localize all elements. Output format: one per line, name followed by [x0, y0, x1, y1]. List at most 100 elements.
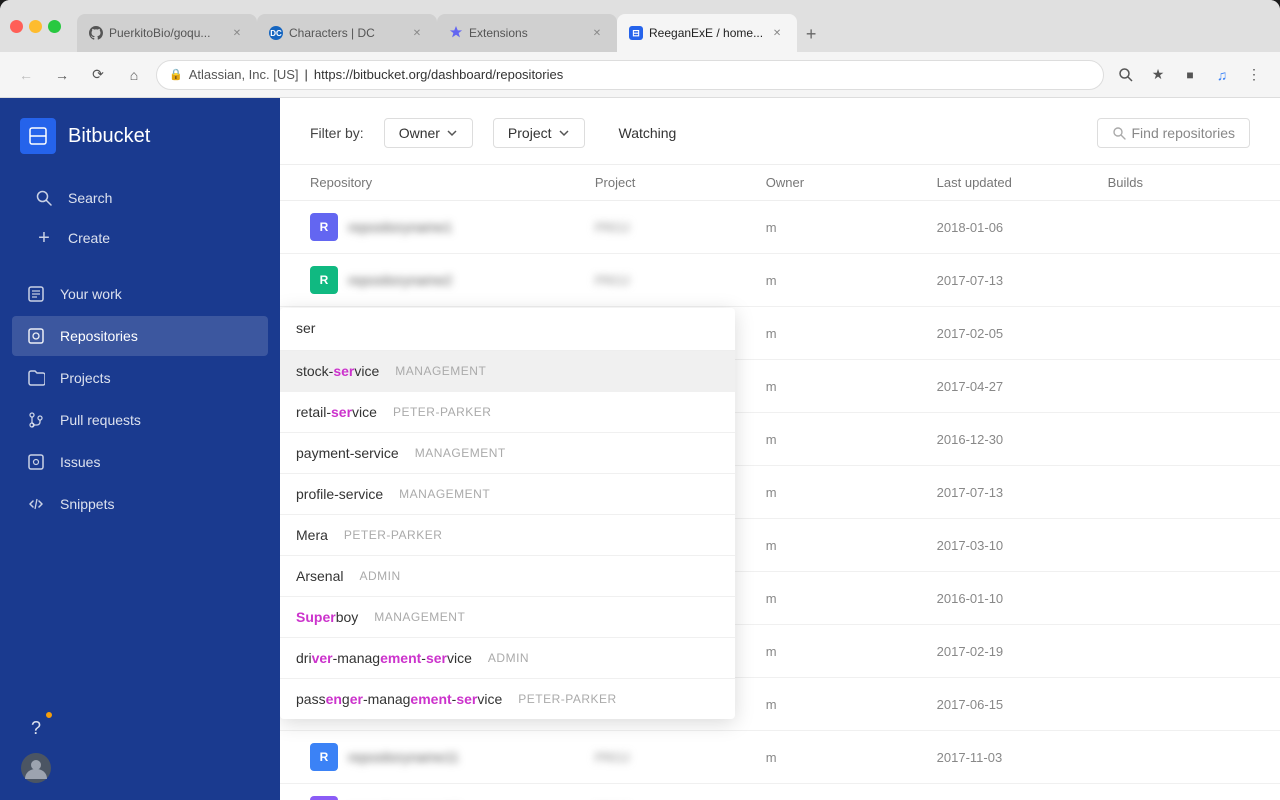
watching-filter-button[interactable]: Watching: [605, 119, 691, 147]
sidebar-item-projects[interactable]: Projects: [12, 358, 268, 398]
find-repos-placeholder: Find repositories: [1132, 125, 1236, 141]
main-content: Filter by: Owner Project Watching: [280, 98, 1280, 800]
back-button[interactable]: ←: [12, 61, 40, 89]
repo-owner: m: [766, 273, 937, 288]
repo-owner: m: [766, 644, 937, 659]
filter-by-label: Filter by:: [310, 125, 364, 141]
browser-tab-github[interactable]: PuerkitoBio/goqu... ✕: [77, 14, 257, 52]
sidebar-item-your-work[interactable]: Your work: [12, 274, 268, 314]
highlight-er: er: [350, 691, 363, 707]
repo-owner: m: [766, 538, 937, 553]
close-window-button[interactable]: [10, 20, 23, 33]
dropdown-item-superboy[interactable]: Superboy MANAGEMENT: [280, 597, 735, 638]
dropdown-item-stock-service[interactable]: stock-service MANAGEMENT: [280, 351, 735, 392]
forward-button[interactable]: →: [48, 61, 76, 89]
snippets-icon: [26, 494, 46, 514]
music-icon[interactable]: ♫: [1208, 61, 1236, 89]
repo-name-cell: R repositoryname12: [310, 796, 595, 800]
table-row[interactable]: R repositoryname12 PROJ m 2016-06-08: [280, 784, 1280, 800]
maximize-window-button[interactable]: [48, 20, 61, 33]
repo-owner: m: [766, 379, 937, 394]
dropdown-item-driver-management-service[interactable]: driver-management-service ADMIN: [280, 638, 735, 679]
sidebar-create-button[interactable]: + Create: [20, 218, 260, 258]
repo-avatar: R: [310, 266, 338, 294]
app-wrapper: Bitbucket Search + Create: [0, 98, 1280, 800]
repo-last-updated: 2016-01-10: [937, 591, 1108, 606]
repo-last-updated: 2017-07-13: [937, 273, 1108, 288]
tab-close-dc[interactable]: ✕: [409, 25, 425, 41]
repo-last-updated: 2017-03-10: [937, 538, 1108, 553]
search-dropdown: stock-service MANAGEMENT retail-service …: [280, 308, 735, 719]
sidebar-item-label-issues: Issues: [60, 454, 100, 470]
extension1-icon[interactable]: ■: [1176, 61, 1204, 89]
home-button[interactable]: ⌂: [120, 61, 148, 89]
browser-toolbar: ← → ⟳ ⌂ 🔒 Atlassian, Inc. [US] | https:/…: [0, 52, 1280, 98]
highlight-en: en: [326, 691, 342, 707]
browser-tab-dc[interactable]: DC Characters | DC ✕: [257, 14, 437, 52]
repo-owner: m: [766, 432, 937, 447]
dropdown-item-profile-service[interactable]: profile-service MANAGEMENT: [280, 474, 735, 515]
sidebar-item-issues[interactable]: Issues: [12, 442, 268, 482]
user-avatar[interactable]: [20, 752, 52, 784]
tab-close-github[interactable]: ✕: [229, 25, 245, 41]
sidebar-item-snippets[interactable]: Snippets: [12, 484, 268, 524]
tab-label-github: PuerkitoBio/goqu...: [109, 26, 223, 40]
pull-requests-icon: [26, 410, 46, 430]
find-repositories-input[interactable]: Find repositories: [1097, 118, 1251, 148]
dropdown-item-retail-service[interactable]: retail-service PETER-PARKER: [280, 392, 735, 433]
extensions-icon: [449, 26, 463, 40]
sidebar-item-pull-requests[interactable]: Pull requests: [12, 400, 268, 440]
item-project-superboy: MANAGEMENT: [374, 610, 465, 624]
project-filter-button[interactable]: Project: [493, 118, 585, 148]
repo-last-updated: 2017-04-27: [937, 379, 1108, 394]
your-work-icon: [26, 284, 46, 304]
tab-close-bitbucket[interactable]: ✕: [769, 25, 785, 41]
owner-dropdown-icon: [446, 127, 458, 139]
sidebar-item-label-projects: Projects: [60, 370, 111, 386]
sidebar-item-repositories[interactable]: Repositories: [12, 316, 268, 356]
repo-name: repositoryname1: [348, 219, 452, 235]
new-tab-button[interactable]: +: [797, 20, 825, 48]
url-text: https://bitbucket.org/dashboard/reposito…: [314, 67, 1091, 82]
sidebar-item-label-pull-requests: Pull requests: [60, 412, 141, 428]
help-button[interactable]: ?: [20, 712, 52, 744]
bookmark-icon[interactable]: ★: [1144, 61, 1172, 89]
reload-button[interactable]: ⟳: [84, 61, 112, 89]
item-project-passenger-management-service: PETER-PARKER: [518, 692, 616, 706]
url-separator: |: [305, 67, 308, 82]
search-toolbar-icon[interactable]: [1112, 61, 1140, 89]
item-name-payment-service: payment-service: [296, 445, 399, 461]
col-header-project: Project: [595, 175, 766, 190]
sidebar-search-button[interactable]: Search: [20, 178, 260, 218]
minimize-window-button[interactable]: [29, 20, 42, 33]
menu-icon[interactable]: ⋮: [1240, 61, 1268, 89]
table-header: Repository Project Owner Last updated Bu…: [280, 165, 1280, 201]
search-input-row: [280, 308, 735, 351]
browser-tab-bitbucket[interactable]: ⊟ ReeganExE / home... ✕: [617, 14, 797, 52]
dropdown-item-arsenal[interactable]: Arsenal ADMIN: [280, 556, 735, 597]
find-repos-search-icon: [1112, 126, 1126, 140]
item-project-profile-service: MANAGEMENT: [399, 487, 490, 501]
dropdown-item-mera[interactable]: Mera PETER-PARKER: [280, 515, 735, 556]
item-name-superboy: Superboy: [296, 609, 358, 625]
table-row[interactable]: R repositoryname2 PROJ m 2017-07-13: [280, 254, 1280, 307]
item-name-driver-management-service: driver-management-service: [296, 650, 472, 666]
address-bar[interactable]: 🔒 Atlassian, Inc. [US] | https://bitbuck…: [156, 60, 1104, 90]
table-row[interactable]: R repositoryname1 PROJ m 2018-01-06: [280, 201, 1280, 254]
repo-name-cell: R repositoryname11: [310, 743, 595, 771]
table-row[interactable]: R repositoryname11 PROJ m 2017-11-03: [280, 731, 1280, 784]
item-name-arsenal: Arsenal: [296, 568, 343, 584]
lock-icon: 🔒: [169, 68, 183, 81]
sidebar-bottom: ?: [0, 696, 280, 800]
repo-name-cell: R repositoryname1: [310, 213, 595, 241]
owner-filter-label: Owner: [399, 125, 440, 141]
tab-close-extensions[interactable]: ✕: [589, 25, 605, 41]
browser-tab-extensions[interactable]: Extensions ✕: [437, 14, 617, 52]
traffic-lights: [10, 20, 61, 33]
dropdown-item-payment-service[interactable]: payment-service MANAGEMENT: [280, 433, 735, 474]
dropdown-item-passenger-management-service[interactable]: passenger-management-service PETER-PARKE…: [280, 679, 735, 719]
col-header-repository: Repository: [310, 175, 595, 190]
search-input[interactable]: [296, 320, 719, 336]
owner-filter-button[interactable]: Owner: [384, 118, 473, 148]
dc-icon: DC: [269, 26, 283, 40]
